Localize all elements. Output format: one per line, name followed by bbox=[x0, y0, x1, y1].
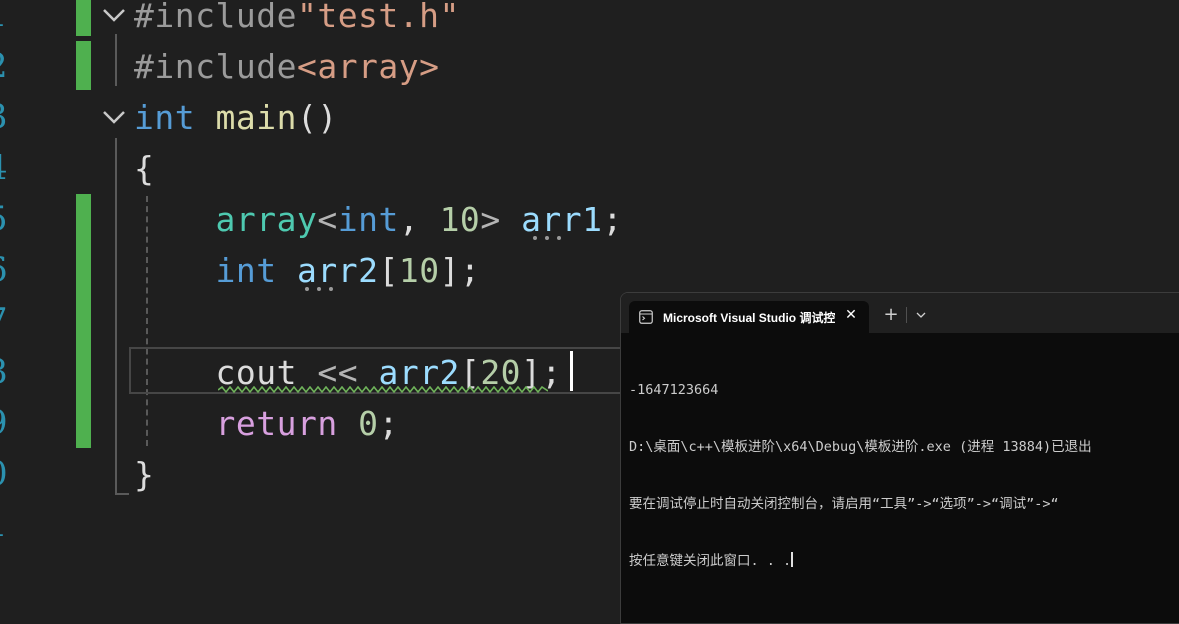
debug-console-window[interactable]: Microsoft Visual Studio 调试控制台 ✕ + -16471… bbox=[620, 292, 1179, 624]
code-line[interactable]: #include"test.h" bbox=[134, 0, 460, 41]
console-cursor bbox=[791, 552, 793, 567]
console-prompt-text: 按任意键关闭此窗口. . . bbox=[629, 553, 792, 569]
code-token: int bbox=[215, 251, 277, 290]
code-token: #include bbox=[134, 47, 297, 86]
code-line[interactable]: { bbox=[134, 143, 154, 194]
code-token: return bbox=[215, 404, 338, 443]
change-indicator bbox=[76, 41, 91, 90]
plus-icon[interactable]: + bbox=[881, 305, 901, 325]
code-token: <array> bbox=[296, 47, 440, 86]
code-token: } bbox=[134, 455, 155, 494]
suggestion-dots bbox=[533, 236, 561, 240]
code-token: () bbox=[296, 98, 338, 137]
line-number: 8 bbox=[0, 347, 26, 398]
terminal-icon bbox=[639, 310, 653, 324]
code-token: #include bbox=[134, 0, 297, 35]
code-token: < bbox=[317, 200, 338, 239]
code-token: [ bbox=[378, 251, 399, 290]
line-number: 6 bbox=[0, 245, 26, 296]
console-line: -1647123664 bbox=[629, 382, 719, 398]
line-number: 7 bbox=[0, 296, 26, 347]
code-token: 0 bbox=[358, 404, 379, 443]
console-tab-title: Microsoft Visual Studio 调试控制台 bbox=[663, 311, 835, 325]
code-token: main bbox=[215, 98, 297, 137]
fold-chevron-icon[interactable] bbox=[101, 2, 127, 28]
code-token: arr1 bbox=[521, 200, 603, 239]
function-block-guide-end bbox=[115, 493, 129, 495]
code-token: , bbox=[398, 200, 440, 239]
function-block-guide bbox=[115, 138, 117, 494]
line-number: 3 bbox=[0, 92, 26, 143]
close-icon[interactable]: ✕ bbox=[841, 305, 861, 325]
line-number: 4 bbox=[0, 143, 26, 194]
line-number: 1 bbox=[0, 500, 26, 551]
warning-squiggle bbox=[218, 386, 548, 394]
code-line[interactable]: return 0; bbox=[134, 398, 399, 449]
line-number: 5 bbox=[0, 194, 26, 245]
console-line: D:\桌面\c++\模板进阶\x64\Debug\模板进阶.exe (进程 13… bbox=[629, 439, 1092, 455]
code-line[interactable]: int main() bbox=[134, 92, 338, 143]
code-token: int bbox=[134, 98, 196, 137]
console-tab-bar: Microsoft Visual Studio 调试控制台 ✕ + bbox=[621, 293, 1179, 333]
code-token: arr2 bbox=[296, 251, 379, 290]
code-token: 10 bbox=[398, 251, 440, 290]
code-token: > bbox=[480, 200, 522, 239]
include-block-guide bbox=[115, 34, 117, 86]
code-token: ]; bbox=[439, 251, 481, 290]
suggestion-dots bbox=[305, 287, 333, 291]
line-number: 2 bbox=[0, 41, 26, 92]
console-tab[interactable]: Microsoft Visual Studio 调试控制台 ✕ bbox=[629, 301, 869, 333]
fold-chevron-icon[interactable] bbox=[101, 104, 127, 130]
line-number: 1 bbox=[0, 0, 26, 41]
code-token: ; bbox=[602, 200, 623, 239]
tab-divider bbox=[906, 307, 907, 323]
console-output: -1647123664 D:\桌面\c++\模板进阶\x64\Debug\模板进… bbox=[629, 343, 1179, 609]
code-line[interactable]: } bbox=[134, 449, 154, 500]
change-indicator bbox=[76, 194, 91, 448]
code-token: int bbox=[337, 200, 399, 239]
text-caret bbox=[570, 351, 573, 391]
line-number-gutter: 1 2 3 4 5 6 7 8 9 0 1 bbox=[0, 0, 40, 615]
console-line: 按任意键关闭此窗口. . . bbox=[629, 552, 1179, 571]
code-line[interactable]: #include<array> bbox=[134, 41, 440, 92]
change-indicator bbox=[76, 0, 91, 36]
code-token: ; bbox=[378, 404, 399, 443]
code-token: "test.h" bbox=[296, 0, 460, 35]
console-line: 要在调试停止时自动关闭控制台，请启用“工具”->“选项”->“调试”->“ bbox=[629, 496, 1059, 512]
line-number: 0 bbox=[0, 449, 26, 500]
code-token: { bbox=[134, 149, 155, 188]
line-number: 9 bbox=[0, 398, 26, 449]
code-token: array bbox=[215, 200, 318, 239]
code-token: 10 bbox=[439, 200, 481, 239]
chevron-down-icon[interactable] bbox=[913, 307, 929, 323]
